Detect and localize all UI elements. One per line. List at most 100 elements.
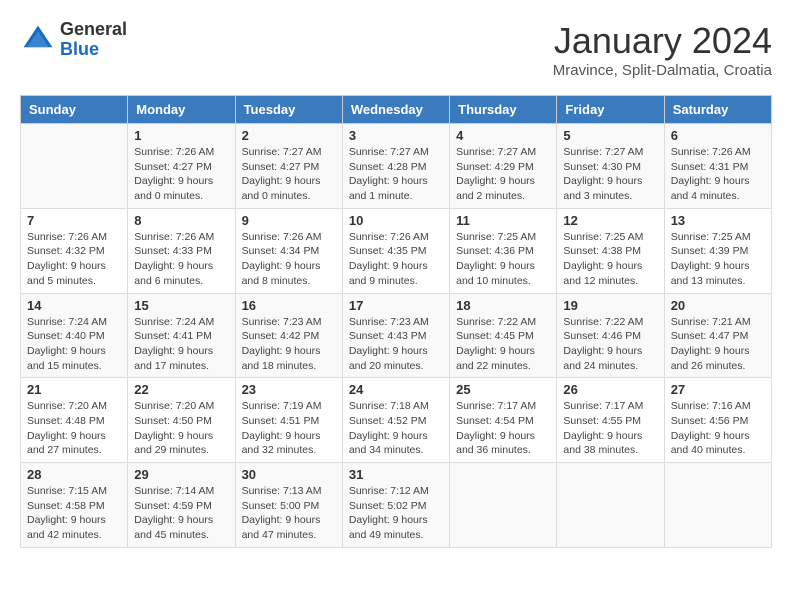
calendar-cell: 2Sunrise: 7:27 AMSunset: 4:27 PMDaylight… [235,124,342,209]
day-info: Sunrise: 7:24 AMSunset: 4:40 PMDaylight:… [27,315,121,374]
day-info: Sunrise: 7:27 AMSunset: 4:30 PMDaylight:… [563,145,657,204]
day-number: 22 [134,382,228,397]
day-number: 24 [349,382,443,397]
day-info: Sunrise: 7:26 AMSunset: 4:35 PMDaylight:… [349,230,443,289]
header-saturday: Saturday [664,96,771,124]
day-number: 21 [27,382,121,397]
location: Mravince, Split-Dalmatia, Croatia [553,62,772,79]
calendar-cell: 21 Sunrise: 7:20 AMSunset: 4:48 PMDayligh… [21,378,128,463]
logo: General Blue [20,20,127,60]
calendar-cell: 27 Sunrise: 7:16 AMSunset: 4:56 PMDayligh… [664,378,771,463]
day-number: 13 [671,213,765,228]
day-number: 25 [456,382,550,397]
header-monday: Monday [128,96,235,124]
day-number: 30 [242,467,336,482]
calendar-cell: 29 Sunrise: 7:14 AMSunset: 4:59 PMDayligh… [128,463,235,548]
calendar-cell: 20Sunrise: 7:21 AMSunset: 4:47 PMDayligh… [664,293,771,378]
day-info: Sunrise: 7:23 AMSunset: 4:42 PMDaylight:… [242,315,336,374]
day-number: 9 [242,213,336,228]
day-number: 15 [134,298,228,313]
day-info: Sunrise: 7:14 AMSunset: 4:59 PMDaylight:… [134,484,228,543]
calendar-cell: 13 Sunrise: 7:25 AMSunset: 4:39 PMDayligh… [664,208,771,293]
day-info: Sunrise: 7:16 AMSunset: 4:56 PMDaylight:… [671,399,765,458]
day-number: 18 [456,298,550,313]
week-row-5: 28 Sunrise: 7:15 AMSunset: 4:58 PMDayligh… [21,463,772,548]
day-info: Sunrise: 7:17 AMSunset: 4:54 PMDaylight:… [456,399,550,458]
header-wednesday: Wednesday [342,96,449,124]
day-number: 26 [563,382,657,397]
day-number: 17 [349,298,443,313]
day-info: Sunrise: 7:22 AMSunset: 4:45 PMDaylight:… [456,315,550,374]
day-number: 2 [242,128,336,143]
calendar-cell: 17 Sunrise: 7:23 AMSunset: 4:43 PMDayligh… [342,293,449,378]
calendar-cell: 6Sunrise: 7:26 AMSunset: 4:31 PMDaylight… [664,124,771,209]
calendar-cell: 28 Sunrise: 7:15 AMSunset: 4:58 PMDayligh… [21,463,128,548]
month-title: January 2024 [553,20,772,62]
logo-icon [20,22,56,58]
day-info: Sunrise: 7:12 AMSunset: 5:02 PMDaylight:… [349,484,443,543]
day-number: 7 [27,213,121,228]
calendar-cell [664,463,771,548]
calendar-cell: 31 Sunrise: 7:12 AMSunset: 5:02 PMDayligh… [342,463,449,548]
day-info: Sunrise: 7:15 AMSunset: 4:58 PMDaylight:… [27,484,121,543]
calendar-cell: 1 Sunrise: 7:26 AMSunset: 4:27 PMDaylight… [128,124,235,209]
day-info: Sunrise: 7:20 AMSunset: 4:50 PMDaylight:… [134,399,228,458]
day-number: 29 [134,467,228,482]
day-info: Sunrise: 7:20 AMSunset: 4:48 PMDaylight:… [27,399,121,458]
calendar-cell: 5 Sunrise: 7:27 AMSunset: 4:30 PMDaylight… [557,124,664,209]
day-number: 23 [242,382,336,397]
calendar-cell: 9Sunrise: 7:26 AMSunset: 4:34 PMDaylight… [235,208,342,293]
day-info: Sunrise: 7:23 AMSunset: 4:43 PMDaylight:… [349,315,443,374]
day-info: Sunrise: 7:22 AMSunset: 4:46 PMDaylight:… [563,315,657,374]
calendar-cell: 15 Sunrise: 7:24 AMSunset: 4:41 PMDayligh… [128,293,235,378]
day-number: 27 [671,382,765,397]
day-info: Sunrise: 7:26 AMSunset: 4:32 PMDaylight:… [27,230,121,289]
day-number: 5 [563,128,657,143]
calendar-cell: 25 Sunrise: 7:17 AMSunset: 4:54 PMDayligh… [450,378,557,463]
day-info: Sunrise: 7:27 AMSunset: 4:28 PMDaylight:… [349,145,443,204]
day-info: Sunrise: 7:25 AMSunset: 4:38 PMDaylight:… [563,230,657,289]
day-number: 11 [456,213,550,228]
day-number: 6 [671,128,765,143]
day-number: 8 [134,213,228,228]
day-number: 16 [242,298,336,313]
calendar-cell: 12 Sunrise: 7:25 AMSunset: 4:38 PMDayligh… [557,208,664,293]
day-number: 1 [134,128,228,143]
day-info: Sunrise: 7:18 AMSunset: 4:52 PMDaylight:… [349,399,443,458]
day-info: Sunrise: 7:25 AMSunset: 4:36 PMDaylight:… [456,230,550,289]
week-row-4: 21 Sunrise: 7:20 AMSunset: 4:48 PMDayligh… [21,378,772,463]
title-block: January 2024 Mravince, Split-Dalmatia, C… [553,20,772,79]
day-info: Sunrise: 7:13 AMSunset: 5:00 PMDaylight:… [242,484,336,543]
header-thursday: Thursday [450,96,557,124]
day-info: Sunrise: 7:24 AMSunset: 4:41 PMDaylight:… [134,315,228,374]
day-number: 4 [456,128,550,143]
day-number: 20 [671,298,765,313]
day-number: 31 [349,467,443,482]
day-info: Sunrise: 7:26 AMSunset: 4:27 PMDaylight:… [134,145,228,204]
day-info: Sunrise: 7:19 AMSunset: 4:51 PMDaylight:… [242,399,336,458]
day-info: Sunrise: 7:25 AMSunset: 4:39 PMDaylight:… [671,230,765,289]
calendar-cell: 30 Sunrise: 7:13 AMSunset: 5:00 PMDayligh… [235,463,342,548]
header-sunday: Sunday [21,96,128,124]
day-number: 12 [563,213,657,228]
calendar-cell: 18 Sunrise: 7:22 AMSunset: 4:45 PMDayligh… [450,293,557,378]
day-number: 28 [27,467,121,482]
header-tuesday: Tuesday [235,96,342,124]
week-row-2: 7 Sunrise: 7:26 AMSunset: 4:32 PMDaylight… [21,208,772,293]
calendar-cell: 16 Sunrise: 7:23 AMSunset: 4:42 PMDayligh… [235,293,342,378]
day-info: Sunrise: 7:27 AMSunset: 4:29 PMDaylight:… [456,145,550,204]
day-number: 3 [349,128,443,143]
day-number: 19 [563,298,657,313]
header-friday: Friday [557,96,664,124]
logo-general: General [60,19,127,39]
week-row-3: 14Sunrise: 7:24 AMSunset: 4:40 PMDayligh… [21,293,772,378]
logo-blue: Blue [60,39,99,59]
day-info: Sunrise: 7:17 AMSunset: 4:55 PMDaylight:… [563,399,657,458]
calendar-cell: 23 Sunrise: 7:19 AMSunset: 4:51 PMDayligh… [235,378,342,463]
page-header: General Blue January 2024 Mravince, Spli… [20,20,772,79]
calendar-cell: 19 Sunrise: 7:22 AMSunset: 4:46 PMDayligh… [557,293,664,378]
calendar-table: SundayMondayTuesdayWednesdayThursdayFrid… [20,95,772,548]
calendar-cell: 14Sunrise: 7:24 AMSunset: 4:40 PMDayligh… [21,293,128,378]
calendar-cell: 8Sunrise: 7:26 AMSunset: 4:33 PMDaylight… [128,208,235,293]
calendar-cell [450,463,557,548]
